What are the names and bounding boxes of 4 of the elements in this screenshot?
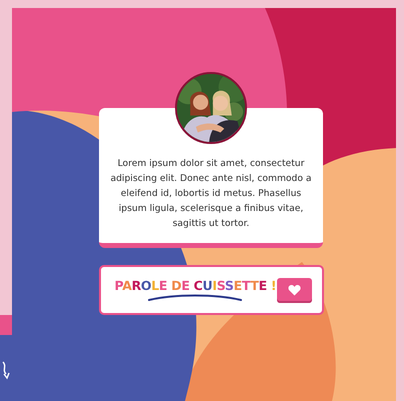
like-button[interactable] [276, 278, 312, 302]
logo-text: PAROLE DE CUISSETTE ! [114, 278, 276, 293]
testimonial-text: Lorem ipsum dolor sit amet, consectetur adipiscing elit. Donec ante nisl, commodo a eleifend id, lobortis id metus. Phasellus ipsum ligula, scelerisque a finibus vitae, sagittis ut tortor. [109, 157, 313, 231]
heart-icon [288, 284, 300, 296]
